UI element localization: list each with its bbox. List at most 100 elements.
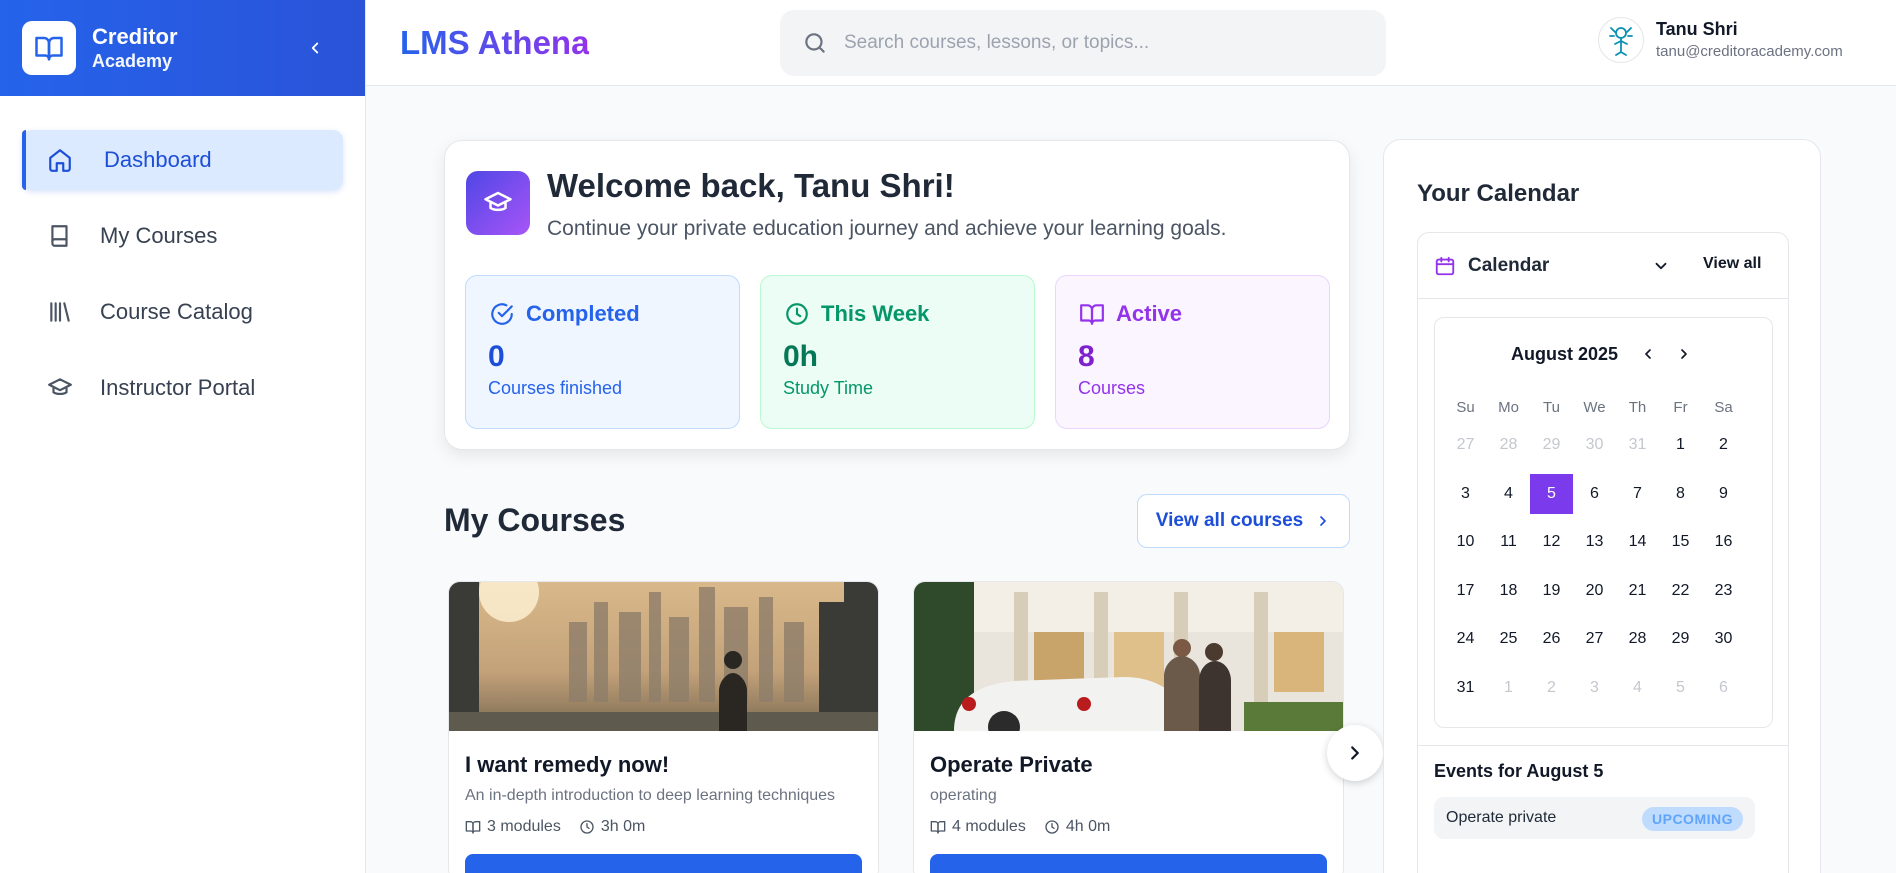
user-profile[interactable]: Tanu Shri tanu@creditoracademy.com (1598, 17, 1843, 63)
calendar-widget: Calendar View all August 2025 Su Mo Tu We Th… (1417, 232, 1789, 873)
calendar-day[interactable]: 15 (1659, 522, 1702, 562)
course-title: Operate Private (930, 752, 1093, 777)
calendar-day[interactable]: 17 (1444, 571, 1487, 611)
stat-label: Completed (526, 301, 640, 326)
month-grid: August 2025 Su Mo Tu We Th Fr Sa 27 28 29 30 31 1 2 3… (1434, 317, 1773, 728)
calendar-day[interactable]: 9 (1702, 474, 1745, 514)
calendar-day[interactable]: 29 (1659, 619, 1702, 659)
calendar-toolbar: Calendar View all (1418, 233, 1788, 299)
brand-header: Creditor Academy (0, 0, 365, 96)
calendar-day[interactable]: 30 (1573, 425, 1616, 465)
course-action-button[interactable] (930, 854, 1327, 873)
weekday-label: Sa (1714, 399, 1733, 416)
sidebar-item-instructor-portal[interactable]: Instructor Portal (22, 358, 343, 418)
calendar-day-selected[interactable]: 5 (1530, 473, 1573, 514)
calendar-day[interactable]: 6 (1702, 668, 1745, 708)
course-meta: 4 modules 4h 0m (930, 818, 1128, 836)
calendar-day[interactable]: 3 (1444, 474, 1487, 514)
course-description: An in-depth introduction to deep learnin… (465, 787, 836, 804)
calendar-dropdown-label[interactable]: Calendar (1468, 255, 1549, 277)
course-duration: 3h 0m (600, 818, 646, 835)
search-bar[interactable] (780, 10, 1386, 76)
calendar-day[interactable]: 27 (1444, 425, 1487, 465)
graduation-cap-icon (46, 374, 74, 402)
app-root: Creditor Academy Dashboard My Courses Co… (0, 0, 1896, 873)
weekday-label: Tu (1543, 399, 1560, 416)
calendar-day[interactable]: 16 (1702, 522, 1745, 562)
carousel-next-button[interactable] (1327, 725, 1383, 781)
search-input[interactable] (844, 32, 1344, 54)
calendar-panel-title: Your Calendar (1417, 180, 1580, 207)
calendar-day[interactable]: 7 (1616, 474, 1659, 514)
calendar-day[interactable]: 28 (1616, 619, 1659, 659)
course-meta: 3 modules 3h 0m (465, 818, 663, 836)
chevron-down-icon[interactable] (1652, 257, 1670, 275)
search-icon (805, 33, 825, 53)
calendar-day[interactable]: 19 (1530, 571, 1573, 611)
chevron-left-icon[interactable] (1640, 346, 1656, 362)
sidebar-item-dashboard[interactable]: Dashboard (22, 130, 343, 190)
stat-label: Active (1116, 301, 1183, 326)
calendar-panel: Your Calendar Calendar View all August 2… (1383, 139, 1821, 873)
calendar-day[interactable]: 4 (1487, 474, 1530, 514)
stat-value: 0 (488, 340, 505, 373)
book-open-icon (930, 821, 946, 834)
stat-sublabel: Study Time (783, 378, 874, 398)
view-all-courses-button[interactable]: View all courses (1137, 494, 1350, 548)
calendar-day[interactable]: 14 (1616, 522, 1659, 562)
calendar-day[interactable]: 8 (1659, 474, 1702, 514)
chevron-right-icon (1320, 516, 1327, 526)
calendar-day[interactable]: 27 (1573, 619, 1616, 659)
calendar-day[interactable]: 1 (1487, 668, 1530, 708)
course-action-button[interactable] (465, 854, 862, 873)
stat-card-completed: Completed 0 Courses finished (465, 275, 740, 429)
collapse-sidebar-button[interactable] (303, 36, 327, 60)
sidebar-item-label: My Courses (100, 223, 218, 248)
calendar-day[interactable]: 23 (1702, 571, 1745, 611)
calendar-day[interactable]: 31 (1444, 668, 1487, 708)
clock-icon (1045, 820, 1059, 834)
course-card[interactable]: I want remedy now! An in-depth introduct… (448, 581, 879, 873)
calendar-day[interactable]: 13 (1573, 522, 1616, 562)
calendar-view-all-link[interactable]: View all (1703, 255, 1761, 273)
view-all-courses-label: View all courses (1155, 510, 1304, 531)
chevron-right-icon[interactable] (1676, 346, 1692, 362)
calendar-day[interactable]: 21 (1616, 571, 1659, 611)
calendar-day[interactable]: 1 (1659, 425, 1702, 465)
course-card[interactable]: Operate Private operating 4 modules 4h 0… (913, 581, 1344, 873)
welcome-subtitle: Continue your private education journey … (547, 217, 1227, 240)
calendar-day[interactable]: 20 (1573, 571, 1616, 611)
stat-label: This Week (821, 301, 930, 326)
sidebar-item-course-catalog[interactable]: Course Catalog (22, 282, 343, 342)
weekday-label: Th (1628, 399, 1647, 416)
sidebar-item-my-courses[interactable]: My Courses (22, 206, 343, 266)
calendar-day[interactable]: 30 (1702, 619, 1745, 659)
calendar-icon (1435, 256, 1455, 275)
course-modules: 4 modules (952, 818, 1026, 835)
calendar-day[interactable]: 11 (1487, 522, 1530, 562)
calendar-day[interactable]: 18 (1487, 571, 1530, 611)
calendar-day[interactable]: 28 (1487, 425, 1530, 465)
calendar-day[interactable]: 4 (1616, 668, 1659, 708)
book-open-icon (22, 21, 76, 75)
book-open-icon (1078, 300, 1106, 328)
calendar-day[interactable]: 2 (1702, 425, 1745, 465)
calendar-day[interactable]: 6 (1573, 474, 1616, 514)
calendar-day[interactable]: 12 (1530, 522, 1573, 562)
calendar-day[interactable]: 10 (1444, 522, 1487, 562)
calendar-day[interactable]: 26 (1530, 619, 1573, 659)
calendar-day[interactable]: 24 (1444, 619, 1487, 659)
calendar-day[interactable]: 22 (1659, 571, 1702, 611)
sidebar-item-label: Course Catalog (100, 299, 253, 324)
welcome-card: Welcome back, Tanu Shri! Continue your p… (444, 140, 1350, 450)
event-item[interactable]: Operate private UPCOMING (1434, 797, 1755, 839)
calendar-day[interactable]: 3 (1573, 668, 1616, 708)
calendar-day[interactable]: 31 (1616, 425, 1659, 465)
calendar-day[interactable]: 2 (1530, 668, 1573, 708)
calendar-day[interactable]: 29 (1530, 425, 1573, 465)
check-circle-icon (488, 300, 516, 328)
calendar-day[interactable]: 5 (1659, 668, 1702, 708)
course-thumbnail (449, 582, 878, 731)
calendar-day[interactable]: 25 (1487, 619, 1530, 659)
app-title: LMS Athena (400, 24, 590, 61)
